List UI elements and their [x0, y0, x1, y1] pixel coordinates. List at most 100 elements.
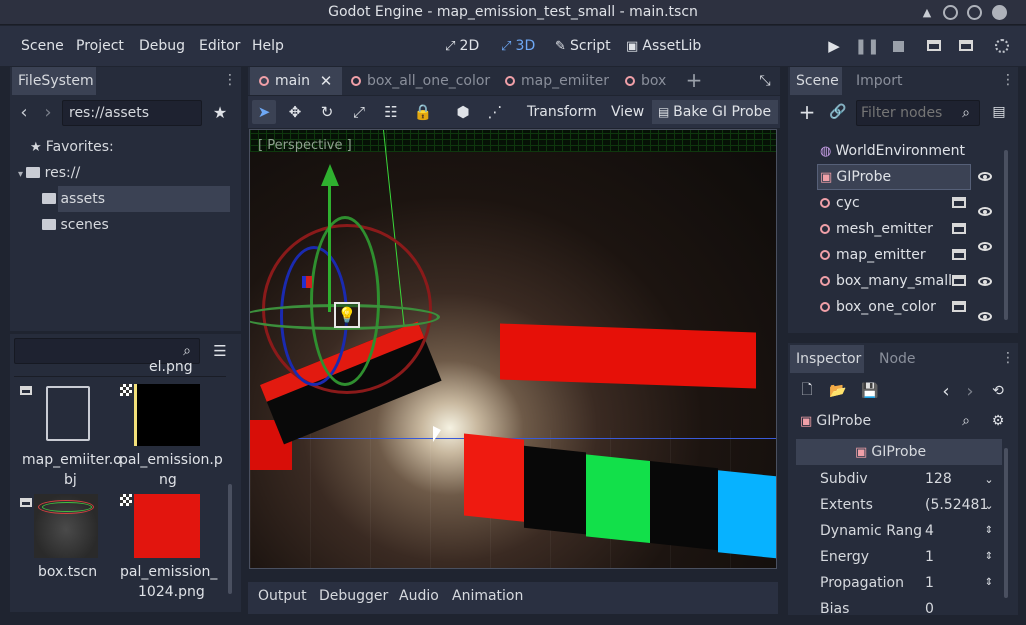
red-emitter-box[interactable] [500, 323, 756, 389]
prop-bias-value[interactable]: 0 [925, 596, 934, 613]
visibility-eye-icon[interactable] [978, 207, 992, 216]
node-giprobe[interactable]: ▣ GIProbe [820, 164, 891, 190]
open-scene-icon[interactable] [952, 223, 966, 234]
close-button[interactable] [992, 5, 1007, 20]
prop-energy-value[interactable]: 1 [925, 544, 934, 570]
favorites-item[interactable]: ★ Favorites: [30, 136, 114, 158]
tab-box[interactable]: box [625, 68, 666, 94]
favorite-star-icon[interactable]: ★ [210, 102, 230, 122]
prop-extents-value[interactable]: (5.52481 [925, 492, 988, 518]
mode-script-button[interactable]: ✎ Script [555, 26, 611, 66]
transform-menu[interactable]: Transform [527, 100, 597, 124]
node-box-one-color[interactable]: box_one_color [820, 294, 936, 320]
tab-output[interactable]: Output [258, 588, 307, 604]
pal-emission-thumbnail[interactable] [134, 384, 200, 446]
node-worldenvironment[interactable]: ◍ WorldEnvironment [820, 138, 965, 164]
prop-propagation-value[interactable]: 1 [925, 570, 934, 596]
maximize-button[interactable] [967, 5, 982, 20]
search-icon[interactable]: ⌕ [957, 412, 975, 430]
spin-arrows-icon[interactable]: ⇕ [983, 548, 995, 564]
inspected-object[interactable]: ▣ GIProbe [800, 410, 871, 432]
menu-debug[interactable]: Debug [139, 26, 185, 66]
play-custom-scene-icon[interactable] [959, 40, 973, 51]
tree-item-assets[interactable]: assets [42, 188, 105, 210]
menu-editor[interactable]: Editor [199, 26, 240, 66]
box-scene-thumbnail[interactable] [34, 494, 98, 558]
save-icon[interactable]: 💾 [861, 382, 879, 400]
stop-icon[interactable] [893, 41, 904, 52]
bake-gi-probe-button[interactable]: ▤ Bake GI Probe [658, 100, 771, 124]
list-view-icon[interactable]: ☰ [210, 342, 230, 360]
new-resource-icon[interactable]: 🗋 [799, 382, 815, 400]
tab-filesystem[interactable]: FileSystem [12, 67, 96, 95]
chevron-down-icon[interactable]: ⌄ [983, 498, 995, 512]
window-menu-icon[interactable]: ▲ [920, 5, 934, 19]
rotate-gizmo-green[interactable] [310, 216, 380, 386]
file-grid-scrollbar[interactable] [228, 484, 232, 594]
filter-nodes-text[interactable] [861, 104, 961, 122]
open-scene-icon[interactable] [952, 275, 966, 286]
menu-scene[interactable]: Scene [21, 26, 64, 66]
add-tab-icon[interactable]: + [685, 68, 703, 92]
add-node-icon[interactable]: + [798, 100, 816, 124]
scene-tree-scrollbar[interactable] [1004, 150, 1008, 320]
file-icon[interactable] [46, 386, 90, 441]
script-attach-icon[interactable]: ▤ [990, 103, 1008, 121]
kebab-menu-icon[interactable]: ⋮ [223, 70, 237, 90]
tab-main[interactable]: main [259, 68, 310, 94]
visibility-eye-icon[interactable] [978, 312, 992, 321]
tab-inspector[interactable]: Inspector [790, 345, 864, 373]
tab-box-all-one-color[interactable]: box_all_one_color [351, 68, 490, 94]
prop-subdiv-value[interactable]: 128 [925, 466, 952, 492]
tab-scene[interactable]: Scene [790, 67, 842, 95]
spin-arrows-icon[interactable]: ⇕ [983, 574, 995, 590]
back-icon[interactable]: ‹ [16, 100, 32, 124]
node-cyc[interactable]: cyc [820, 190, 860, 216]
cube-icon[interactable]: ⬢ [454, 103, 472, 121]
pal-emission-1024-thumbnail[interactable] [134, 494, 200, 558]
history-back-icon[interactable]: ‹ [938, 380, 954, 402]
distraction-free-icon[interactable]: ⤡ [756, 72, 774, 90]
tab-map-emiiter[interactable]: map_emiiter [505, 68, 609, 94]
scale-icon[interactable]: ⤢ [350, 103, 368, 121]
kebab-menu-icon[interactable]: ⋮ [1001, 70, 1015, 90]
tab-audio[interactable]: Audio [399, 588, 439, 604]
light-bulb-icon[interactable]: 💡 [334, 302, 360, 328]
menu-project[interactable]: Project [76, 26, 124, 66]
rotate-icon[interactable]: ↻ [318, 103, 336, 121]
chevron-down-icon[interactable]: ⌄ [983, 472, 995, 486]
open-folder-icon[interactable]: 📂 [829, 382, 847, 400]
tab-import[interactable]: Import [850, 67, 908, 95]
link-icon[interactable]: 🔗 [829, 103, 847, 121]
move-gizmo-y[interactable] [328, 182, 331, 312]
play-icon[interactable]: ▶ [826, 37, 842, 55]
open-scene-icon[interactable] [952, 197, 966, 208]
mode-assetlib-button[interactable]: ▣ AssetLib [626, 26, 701, 66]
visibility-eye-icon[interactable] [978, 172, 992, 181]
tree-item-res[interactable]: ▾ res:// [18, 162, 80, 184]
prop-dynamic-range-value[interactable]: 4 [925, 518, 934, 544]
play-scene-icon[interactable] [927, 40, 941, 51]
mode-2d-button[interactable]: ⤢ 2D [445, 26, 479, 66]
lock-icon[interactable]: 🔒 [414, 103, 433, 121]
node-box-many-small[interactable]: box_many_small [820, 268, 952, 294]
move-gizmo-y-arrow[interactable] [321, 164, 339, 186]
tab-debugger[interactable]: Debugger [319, 588, 388, 604]
forward-icon[interactable]: › [40, 100, 56, 124]
object-settings-icon[interactable]: ⚙ [989, 412, 1007, 430]
inspector-scrollbar[interactable] [1004, 448, 1008, 598]
open-scene-icon[interactable] [952, 301, 966, 312]
path-input[interactable]: res://assets [62, 100, 202, 126]
tab-animation[interactable]: Animation [452, 588, 523, 604]
node-map-emitter[interactable]: map_emitter [820, 242, 926, 268]
move-icon[interactable]: ✥ [286, 103, 304, 121]
spin-arrows-icon[interactable]: ⇕ [983, 522, 995, 538]
tree-item-scenes[interactable]: scenes [42, 214, 109, 236]
viewport-3d[interactable]: [ Perspective ] 💡 [249, 129, 777, 569]
history-forward-icon[interactable]: › [962, 380, 978, 402]
axis-handle[interactable] [302, 276, 312, 288]
view-menu[interactable]: View [611, 100, 644, 124]
tab-node[interactable]: Node [873, 345, 922, 373]
list-select-icon[interactable]: ☷ [382, 103, 400, 121]
history-icon[interactable]: ⟲ [989, 382, 1007, 400]
